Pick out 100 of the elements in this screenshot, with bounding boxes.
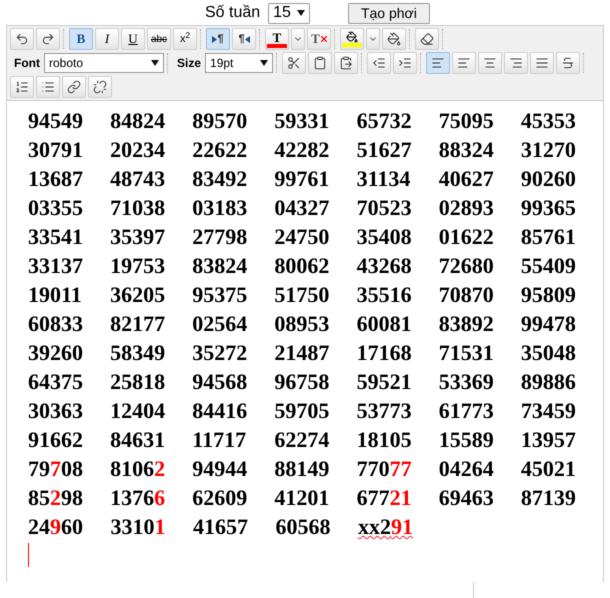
number-text: 33541 <box>28 223 84 251</box>
remove-highlight-button[interactable] <box>382 28 406 50</box>
editor-area[interactable] <box>6 101 604 582</box>
number-text: 88149 <box>274 455 330 483</box>
number-text: 30363 <box>28 397 84 425</box>
number-text: 30791 <box>28 136 84 164</box>
font-select[interactable]: roboto <box>44 53 164 73</box>
number-text: 35408 <box>356 223 413 251</box>
remove-text-color-button[interactable]: T <box>307 28 331 50</box>
number-text: 53369 <box>438 368 495 396</box>
number-text: 59705 <box>274 397 330 425</box>
number-text: 11717 <box>192 426 248 454</box>
pilcrow-text: ¶ <box>217 32 224 47</box>
undo-icon <box>15 32 29 46</box>
number-text: 69463 <box>438 484 495 512</box>
cross-icon <box>320 36 327 42</box>
number-text: 35048 <box>520 339 577 367</box>
pilcrow-text: ¶ <box>238 32 245 47</box>
bullet-list-button[interactable] <box>36 76 60 98</box>
para-left-button[interactable] <box>426 52 450 74</box>
number-text: 08953 <box>274 310 330 338</box>
number-text: 83892 <box>438 310 495 338</box>
indent-button[interactable] <box>393 52 418 74</box>
align-left-button[interactable] <box>452 52 476 74</box>
number-text: 70523 <box>356 194 413 222</box>
clipboard-icon <box>313 56 328 70</box>
number-text: 53773 <box>356 397 413 425</box>
number-text: 25818 <box>110 368 166 396</box>
number-text: 24960 <box>28 513 84 541</box>
number-text: 95809 <box>520 281 577 309</box>
number-text: 85298 <box>28 484 84 512</box>
number-text: 43268 <box>356 252 413 280</box>
italic-button[interactable]: I <box>95 28 119 50</box>
number-text: 89886 <box>520 368 577 396</box>
number-text: 59521 <box>356 368 413 396</box>
number-text: 39260 <box>28 339 84 367</box>
justify-button[interactable] <box>530 52 554 74</box>
number-text: 20234 <box>110 136 166 164</box>
undo-button[interactable] <box>10 28 34 50</box>
number-text: 95375 <box>192 281 248 309</box>
number-text: 75095 <box>438 107 495 135</box>
unlink-button[interactable] <box>88 76 112 98</box>
redo-button[interactable] <box>36 28 60 50</box>
week-select[interactable]: 15 <box>268 2 310 24</box>
number-text: 61773 <box>438 397 495 425</box>
number-text: 13687 <box>28 165 84 193</box>
ltr-button[interactable]: ¶ <box>206 28 230 50</box>
cut-button[interactable] <box>282 52 306 74</box>
number-text: 96758 <box>274 368 330 396</box>
size-select[interactable]: 19pt <box>205 53 274 73</box>
underline-button[interactable]: U <box>121 28 145 50</box>
paint-bucket-icon <box>387 32 401 46</box>
strikethrough-icon <box>561 56 576 70</box>
number-text: 19753 <box>110 252 166 280</box>
align-center-button[interactable] <box>478 52 502 74</box>
text-cursor <box>28 543 29 567</box>
number-text: 17168 <box>356 339 413 367</box>
justify-strike-button[interactable] <box>556 52 580 74</box>
strike-button[interactable]: abc <box>147 28 171 50</box>
number-text: 31134 <box>356 165 412 193</box>
left-triangle-icon <box>244 36 250 42</box>
align-left-icon <box>457 56 472 70</box>
paste-button[interactable] <box>308 52 332 74</box>
outdent-button[interactable] <box>367 52 392 74</box>
paint-bucket-icon <box>346 31 358 43</box>
eraser-button[interactable] <box>415 28 439 50</box>
number-text: 15589 <box>438 426 495 454</box>
number-text: 79708 <box>28 455 84 483</box>
number-text: 94944 <box>192 455 248 483</box>
number-text: 72680 <box>438 252 495 280</box>
bold-button[interactable]: B <box>69 28 93 50</box>
create-button[interactable]: Tạo phơi <box>348 2 430 24</box>
number-text: 62274 <box>274 426 330 454</box>
number-text: 51627 <box>356 136 413 164</box>
superscript-button[interactable]: x$^{2}$ <box>173 28 197 50</box>
number-text: 42282 <box>274 136 330 164</box>
number-text: 89570 <box>192 107 248 135</box>
caret-icon <box>151 60 159 66</box>
rtl-button[interactable]: ¶ <box>232 28 256 50</box>
number-text: 02893 <box>438 194 495 222</box>
number-text: 80062 <box>274 252 330 280</box>
caret-icon <box>296 10 305 16</box>
text-color-button[interactable]: T <box>265 28 289 50</box>
number-text: 84631 <box>110 426 166 454</box>
ordered-list-button[interactable] <box>10 76 34 98</box>
number-text: xx291 <box>358 513 414 541</box>
week-label: Số tuần <box>205 3 260 23</box>
number-text: 45353 <box>520 107 577 135</box>
number-text: 84824 <box>110 107 166 135</box>
link-button[interactable] <box>62 76 86 98</box>
align-right-button[interactable] <box>504 52 528 74</box>
font-label: Font <box>14 55 40 72</box>
number-text: 51750 <box>274 281 330 309</box>
highlight-button[interactable] <box>340 28 364 50</box>
number-text: 82177 <box>110 310 166 338</box>
number-text: 03183 <box>192 194 248 222</box>
number-text: 94549 <box>28 107 84 135</box>
number-text: 04327 <box>274 194 330 222</box>
paste-word-button[interactable] <box>334 52 358 74</box>
number-text: 94568 <box>192 368 248 396</box>
